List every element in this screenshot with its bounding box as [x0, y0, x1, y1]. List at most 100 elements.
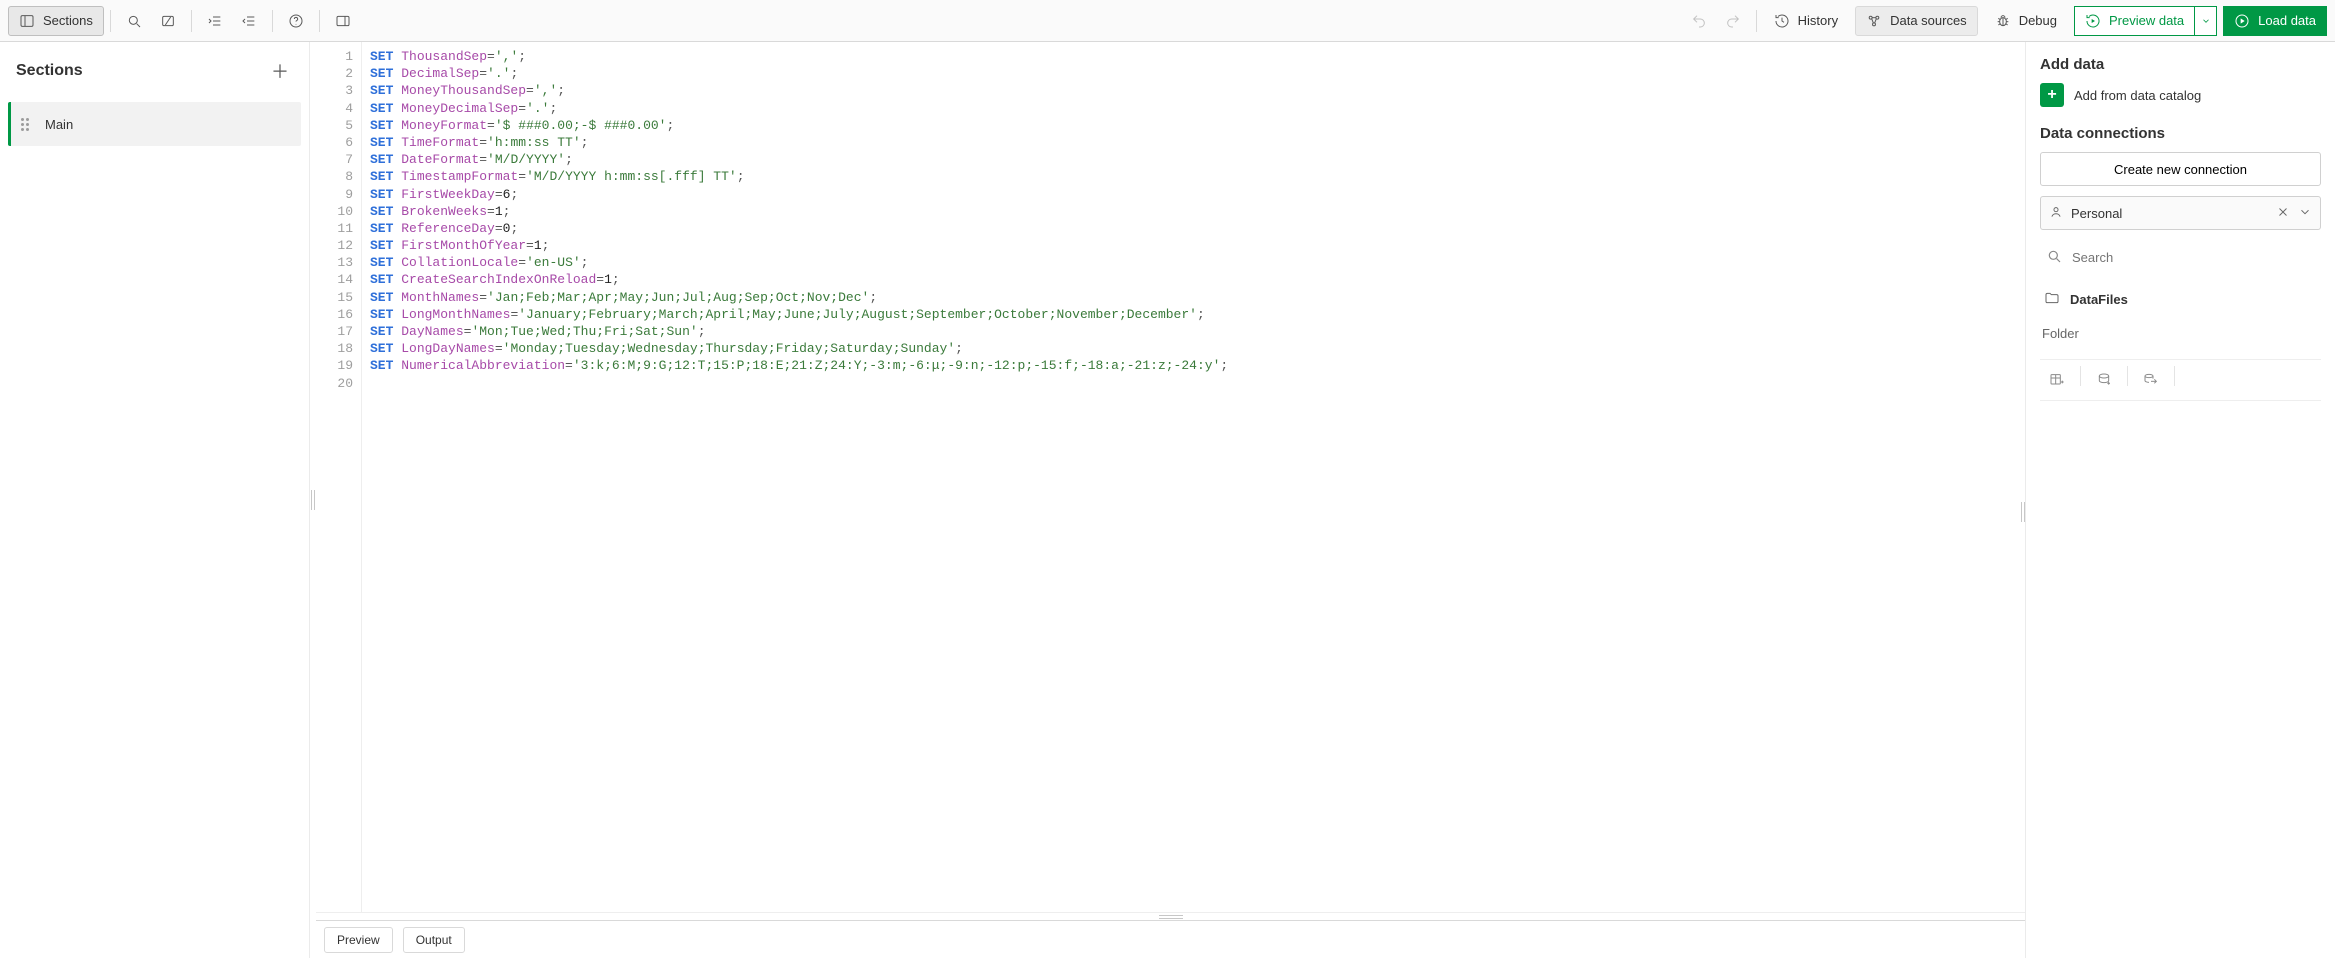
- code-line[interactable]: SET BrokenWeeks=1;: [370, 203, 2025, 220]
- insert-script-button[interactable]: [2087, 366, 2121, 394]
- connection-search-input[interactable]: [2072, 250, 2315, 265]
- panel-left-icon: [19, 13, 35, 29]
- help-circle-icon: [288, 13, 304, 29]
- main-area: Sections ＋ Main 123456789101112131415161…: [0, 42, 2335, 958]
- create-connection-button[interactable]: Create new connection: [2040, 152, 2321, 186]
- select-data-button[interactable]: [2040, 366, 2074, 394]
- chevron-down-icon[interactable]: [2298, 205, 2312, 222]
- connection-search[interactable]: [2040, 240, 2321, 274]
- code-line[interactable]: SET CreateSearchIndexOnReload=1;: [370, 271, 2025, 288]
- code-line[interactable]: SET FirstWeekDay=6;: [370, 186, 2025, 203]
- code-editor[interactable]: 1234567891011121314151617181920 SET Thou…: [316, 42, 2025, 912]
- code-line[interactable]: SET LongDayNames='Monday;Tuesday;Wednesd…: [370, 340, 2025, 357]
- debug-button[interactable]: Debug: [1984, 6, 2068, 36]
- code-line[interactable]: SET ThousandSep=',';: [370, 48, 2025, 65]
- preview-dropdown-button[interactable]: [2195, 6, 2217, 36]
- divider: [2080, 366, 2081, 386]
- comment-toggle-button[interactable]: [151, 6, 185, 36]
- divider: [1756, 10, 1757, 32]
- history-label: History: [1798, 13, 1838, 28]
- preview-label: Preview data: [2109, 13, 2184, 28]
- code-line[interactable]: SET FirstMonthOfYear=1;: [370, 237, 2025, 254]
- plus-icon: ＋: [271, 58, 289, 84]
- data-sources-button[interactable]: Data sources: [1855, 6, 1978, 36]
- chevron-down-icon: [2201, 16, 2211, 26]
- data-sources-label: Data sources: [1890, 13, 1967, 28]
- sections-title: Sections: [16, 62, 83, 80]
- debug-label: Debug: [2019, 13, 2057, 28]
- add-from-catalog-label: Add from data catalog: [2074, 88, 2201, 103]
- tab-preview[interactable]: Preview: [324, 927, 393, 953]
- search-button[interactable]: [117, 6, 151, 36]
- code-line[interactable]: SET ReferenceDay=0;: [370, 220, 2025, 237]
- load-label: Load data: [2258, 13, 2316, 28]
- space-selector[interactable]: Personal: [2040, 196, 2321, 230]
- data-connections-title: Data connections: [2040, 125, 2321, 142]
- redo-button[interactable]: [1716, 6, 1750, 36]
- panel-right-button[interactable]: [326, 6, 360, 36]
- user-icon: [2049, 205, 2063, 222]
- folder-icon: [2044, 290, 2060, 309]
- code-line[interactable]: SET DateFormat='M/D/YYYY';: [370, 151, 2025, 168]
- indent-button[interactable]: [198, 6, 232, 36]
- divider: [272, 10, 273, 32]
- code-line[interactable]: SET MoneyThousandSep=',';: [370, 82, 2025, 99]
- folder-caption: Folder: [2040, 324, 2321, 347]
- line-gutter: 1234567891011121314151617181920: [316, 42, 362, 912]
- code-line[interactable]: SET MoneyFormat='$ ###0.00;-$ ###0.00';: [370, 117, 2025, 134]
- help-button[interactable]: [279, 6, 313, 36]
- horizontal-splitter[interactable]: [316, 912, 2025, 920]
- section-item[interactable]: Main: [8, 102, 301, 146]
- history-button[interactable]: History: [1763, 6, 1849, 36]
- bug-icon: [1995, 13, 2011, 29]
- plus-square-icon: +: [2040, 83, 2064, 107]
- code-line[interactable]: SET MoneyDecimalSep='.';: [370, 100, 2025, 117]
- undo-button[interactable]: [1682, 6, 1716, 36]
- add-section-button[interactable]: ＋: [267, 58, 293, 84]
- divider: [319, 10, 320, 32]
- divider: [110, 10, 111, 32]
- sections-toggle-button[interactable]: Sections: [8, 6, 104, 36]
- tab-output[interactable]: Output: [403, 927, 465, 953]
- sections-toggle-label: Sections: [43, 13, 93, 28]
- code-line[interactable]: SET MonthNames='Jan;Feb;Mar;Apr;May;Jun;…: [370, 289, 2025, 306]
- top-toolbar: Sections: [0, 0, 2335, 42]
- add-data-title: Add data: [2040, 56, 2321, 73]
- drag-handle-icon[interactable]: [21, 118, 33, 131]
- table-plus-icon: [2049, 372, 2065, 388]
- indent-icon: [207, 13, 223, 29]
- load-data-button[interactable]: Load data: [2223, 6, 2327, 36]
- code-line[interactable]: SET LongMonthNames='January;February;Mar…: [370, 306, 2025, 323]
- code-line[interactable]: SET NumericalAbbreviation='3:k;6:M;9:G;1…: [370, 357, 2025, 374]
- sections-panel: Sections ＋ Main: [0, 42, 310, 958]
- outdent-button[interactable]: [232, 6, 266, 36]
- divider: [2127, 366, 2128, 386]
- preview-icon: [2085, 13, 2101, 29]
- search-icon: [126, 13, 142, 29]
- add-from-catalog-button[interactable]: + Add from data catalog: [2040, 83, 2321, 107]
- datafiles-item[interactable]: DataFiles: [2040, 284, 2321, 314]
- code-line[interactable]: SET DayNames='Mon;Tue;Wed;Thu;Fri;Sat;Su…: [370, 323, 2025, 340]
- space-label: Personal: [2071, 206, 2122, 221]
- section-label: Main: [45, 117, 73, 132]
- data-panel: Add data + Add from data catalog Data co…: [2025, 42, 2335, 958]
- redo-icon: [1725, 13, 1741, 29]
- code-line[interactable]: SET CollationLocale='en-US';: [370, 254, 2025, 271]
- code-line[interactable]: SET TimestampFormat='M/D/YYYY h:mm:ss[.f…: [370, 168, 2025, 185]
- code-line[interactable]: [370, 375, 2025, 392]
- connection-actions: [2040, 359, 2321, 401]
- history-icon: [1774, 13, 1790, 29]
- preview-data-button[interactable]: Preview data: [2074, 6, 2195, 36]
- code-line[interactable]: SET TimeFormat='h:mm:ss TT';: [370, 134, 2025, 151]
- script-icon: [2096, 372, 2112, 388]
- divider: [2174, 366, 2175, 386]
- undo-icon: [1691, 13, 1707, 29]
- clear-icon[interactable]: [2276, 205, 2290, 222]
- code-line[interactable]: SET DecimalSep='.';: [370, 65, 2025, 82]
- move-connection-button[interactable]: [2134, 366, 2168, 394]
- right-splitter[interactable]: [2020, 500, 2026, 524]
- search-icon: [2046, 248, 2062, 267]
- panel-right-icon: [335, 13, 351, 29]
- datafiles-label: DataFiles: [2070, 292, 2128, 307]
- code-content[interactable]: SET ThousandSep=',';SET DecimalSep='.';S…: [362, 42, 2025, 912]
